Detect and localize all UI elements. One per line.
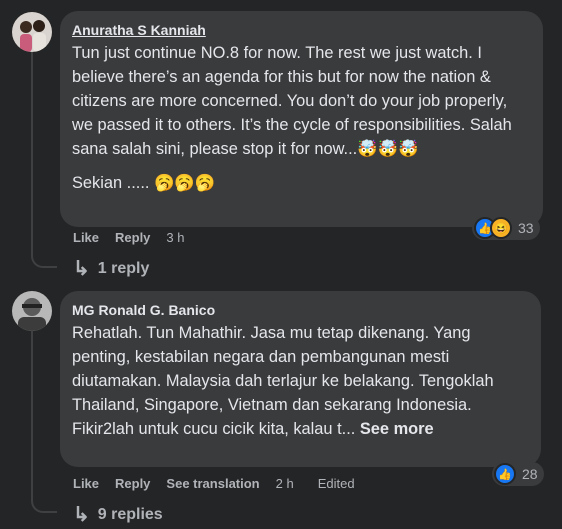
view-replies-button[interactable]: ↳ 1 reply [73, 256, 149, 281]
comment-bubble: MG Ronald G. Banico Rehatlah. Tun Mahath… [60, 291, 541, 467]
see-translation-button[interactable]: See translation [166, 476, 259, 491]
comment-text: Rehatlah. Tun Mahathir. Jasa mu tetap di… [72, 321, 529, 441]
reaction-count: 28 [522, 466, 538, 482]
haha-icon: 😆 [490, 217, 512, 239]
thread-connector [31, 331, 57, 513]
comment-actions: Like Reply 3 h [73, 230, 201, 245]
avatar[interactable] [12, 291, 52, 331]
reaction-summary[interactable]: 👍 28 [492, 462, 544, 486]
view-replies-button[interactable]: ↳ 9 replies [73, 502, 163, 527]
comment-timestamp[interactable]: 2 h [276, 476, 294, 491]
reply-button[interactable]: Reply [115, 230, 150, 245]
replies-label: 9 replies [97, 505, 163, 523]
avatar[interactable] [12, 12, 52, 52]
comment-author[interactable]: MG Ronald G. Banico [72, 301, 529, 319]
comment-author[interactable]: Anuratha S Kanniah [72, 21, 531, 39]
like-button[interactable]: Like [73, 230, 99, 245]
comment-bubble: Anuratha S Kanniah Tun just continue NO.… [60, 11, 543, 227]
like-icon: 👍 [494, 463, 516, 485]
reply-arrow-icon: ↳ [73, 258, 90, 280]
comment-timestamp[interactable]: 3 h [166, 230, 184, 245]
comment-text-secondary: Sekian ..... 🥱🥱🥱 [72, 174, 216, 192]
like-button[interactable]: Like [73, 476, 99, 491]
comment-text: Tun just continue NO.8 for now. The rest… [72, 44, 512, 158]
edited-label: Edited [317, 476, 355, 491]
reply-button[interactable]: Reply [115, 476, 150, 491]
comment-actions: Like Reply See translation 2 h Edited [73, 476, 371, 491]
reaction-summary[interactable]: 👍 😆 33 [472, 216, 540, 240]
replies-label: 1 reply [97, 259, 150, 277]
thread-connector [31, 52, 57, 268]
reaction-count: 33 [518, 220, 534, 236]
reply-arrow-icon: ↳ [73, 504, 90, 526]
see-more-link[interactable]: See more [360, 420, 434, 438]
